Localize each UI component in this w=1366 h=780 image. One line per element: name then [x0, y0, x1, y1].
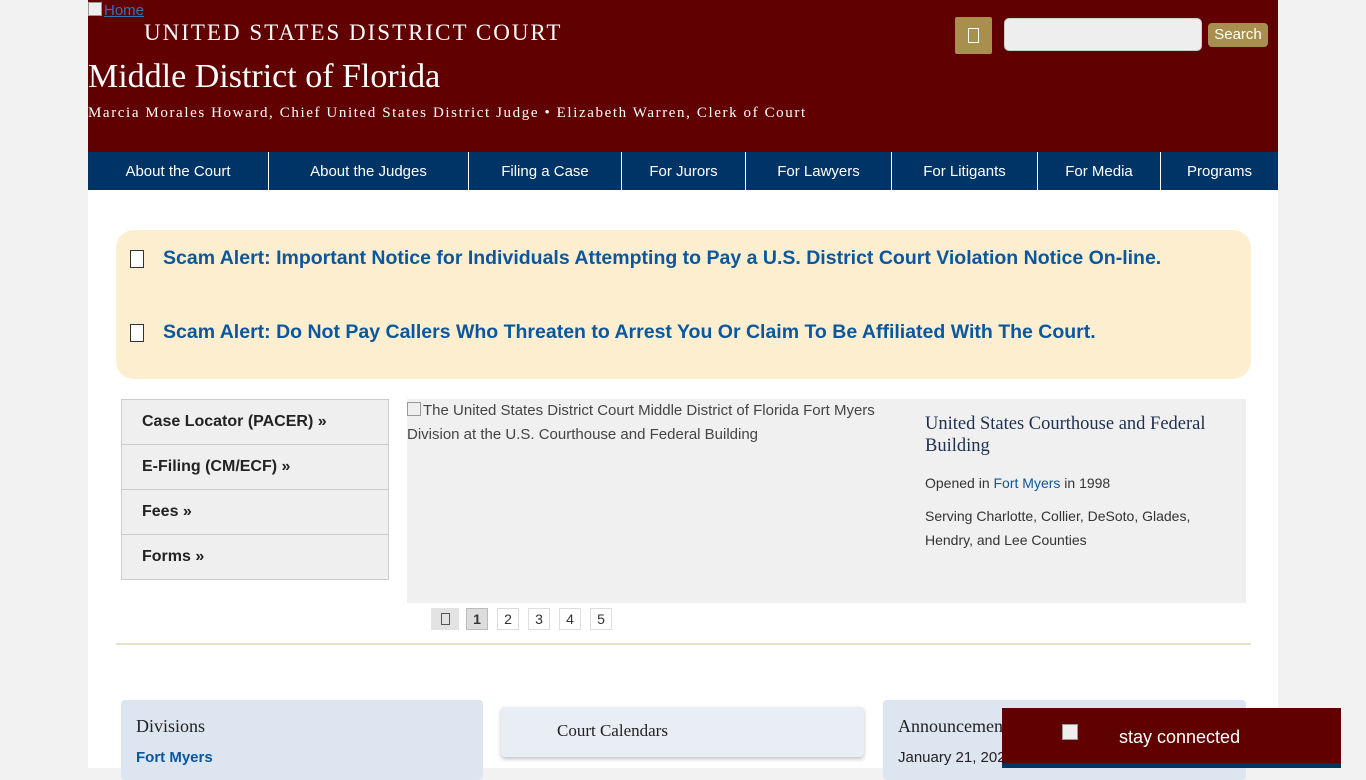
stay-connected-bar	[1002, 763, 1341, 768]
alert-icon	[130, 324, 144, 342]
broken-image-icon	[88, 2, 102, 16]
court-calendars-label[interactable]: Court Calendars	[557, 721, 668, 741]
menu-icon	[968, 28, 979, 43]
quick-links: Case Locator (PACER) » E-Filing (CM/ECF)…	[121, 399, 389, 580]
alert-item[interactable]: Scam Alert: Do Not Pay Callers Who Threa…	[130, 320, 1163, 344]
courthouse-image: The United States District Court Middle …	[407, 399, 887, 447]
alert-link[interactable]: Scam Alert: Important Notice for Individ…	[163, 246, 1163, 270]
nav-for-litigants[interactable]: For Litigants	[892, 152, 1038, 190]
page-button[interactable]: 5	[590, 608, 612, 630]
page-button[interactable]: 4	[559, 608, 581, 630]
divisions-heading: Divisions	[136, 716, 206, 736]
page-button[interactable]: 1	[466, 608, 488, 630]
nav-for-jurors[interactable]: For Jurors	[622, 152, 746, 190]
broken-image-icon	[1062, 724, 1078, 740]
sidebar-item-fees[interactable]: Fees »	[122, 490, 388, 535]
pause-button[interactable]	[431, 608, 459, 630]
page: Home UNITED STATES DISTRICT COURT Middle…	[88, 0, 1278, 780]
sidebar-item-case-locator[interactable]: Case Locator (PACER) »	[122, 400, 388, 445]
stay-connected-widget[interactable]: stay connected	[1002, 708, 1341, 768]
home-logo-alt[interactable]: Home	[104, 2, 144, 19]
division-link-fort-myers[interactable]: Fort Myers	[136, 749, 213, 766]
opened-suffix: in 1998	[1064, 475, 1111, 491]
pause-icon	[440, 613, 450, 625]
nav-filing-case[interactable]: Filing a Case	[469, 152, 622, 190]
nav-about-judges[interactable]: About the Judges	[269, 152, 469, 190]
announcement-date: January 21, 2025	[898, 749, 1014, 766]
section-divider	[116, 643, 1251, 645]
slide-serving: Serving Charlotte, Collier, DeSoto, Glad…	[925, 508, 1191, 548]
courthouse-image-alt: The United States District Court Middle …	[407, 402, 875, 443]
scam-alerts: Scam Alert: Important Notice for Individ…	[116, 230, 1251, 379]
alert-item[interactable]: Scam Alert: Important Notice for Individ…	[130, 246, 1163, 270]
page-button[interactable]: 2	[497, 608, 519, 630]
court-officials: Marcia Morales Howard, Chief United Stat…	[88, 105, 807, 121]
court-name: UNITED STATES DISTRICT COURT	[144, 20, 563, 45]
nav-for-lawyers[interactable]: For Lawyers	[746, 152, 892, 190]
alert-icon	[130, 250, 144, 268]
opened-prefix: Opened in	[925, 475, 990, 491]
broken-image-icon	[407, 402, 421, 416]
page-button[interactable]: 3	[528, 608, 550, 630]
fort-myers-link[interactable]: Fort Myers	[994, 475, 1061, 491]
search-input[interactable]	[1004, 18, 1202, 51]
alert-link[interactable]: Scam Alert: Do Not Pay Callers Who Threa…	[163, 320, 1163, 344]
search-button[interactable]: Search	[1208, 23, 1268, 47]
courthouse-slideshow: The United States District Court Middle …	[407, 399, 1246, 603]
slide-opened: Opened in Fort Myers in 1998	[925, 475, 1110, 491]
utility-menu-button[interactable]	[955, 17, 992, 54]
nav-about-court[interactable]: About the Court	[88, 152, 269, 190]
stay-connected-label[interactable]: stay connected	[1119, 727, 1240, 748]
district-title: Middle District of Florida	[88, 58, 441, 95]
nav-programs[interactable]: Programs	[1161, 152, 1278, 190]
main-nav: About the Court About the Judges Filing …	[88, 152, 1278, 190]
nav-for-media[interactable]: For Media	[1038, 152, 1161, 190]
court-calendars-button[interactable]: Court Calendars	[501, 707, 864, 757]
slide-title: United States Courthouse and Federal Bui…	[925, 414, 1206, 456]
slideshow-pager: 1 2 3 4 5	[431, 608, 621, 630]
site-header: Home UNITED STATES DISTRICT COURT Middle…	[88, 0, 1278, 152]
sidebar-item-e-filing[interactable]: E-Filing (CM/ECF) »	[122, 445, 388, 490]
announcements-heading: Announcements	[898, 716, 1015, 736]
sidebar-item-forms[interactable]: Forms »	[122, 535, 388, 579]
divisions-card: Divisions Fort Myers	[121, 700, 483, 780]
home-logo-link[interactable]: Home	[88, 2, 144, 19]
